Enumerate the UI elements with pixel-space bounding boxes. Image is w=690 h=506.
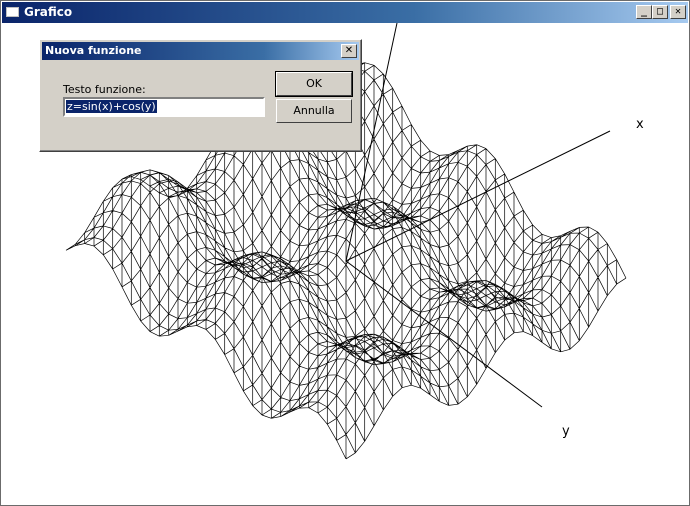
window-title: Grafico [24,5,73,19]
dialog-titlebar[interactable]: Nuova funzione ✕ [42,42,359,60]
window-titlebar[interactable]: Grafico _ □ ✕ [2,2,688,23]
function-text-input[interactable]: z=sin(x)+cos(y) [63,97,265,117]
cancel-button[interactable]: Annulla [276,99,352,123]
dialog-title: Nuova funzione [45,44,142,57]
close-button[interactable]: ✕ [670,5,686,19]
function-text-label: Testo funzione: [63,83,146,96]
app-icon [6,7,19,17]
minimize-button[interactable]: _ [636,5,652,19]
maximize-button[interactable]: □ [652,5,668,19]
ok-button[interactable]: OK [275,71,353,97]
function-text-value: z=sin(x)+cos(y) [66,100,157,113]
x-axis [345,130,611,262]
x-axis-label: x [636,117,644,132]
new-function-dialog: Nuova funzione ✕ Testo funzione: z=sin(x… [39,39,362,152]
y-axis-label: y [562,424,570,439]
dialog-close-button[interactable]: ✕ [341,44,357,58]
